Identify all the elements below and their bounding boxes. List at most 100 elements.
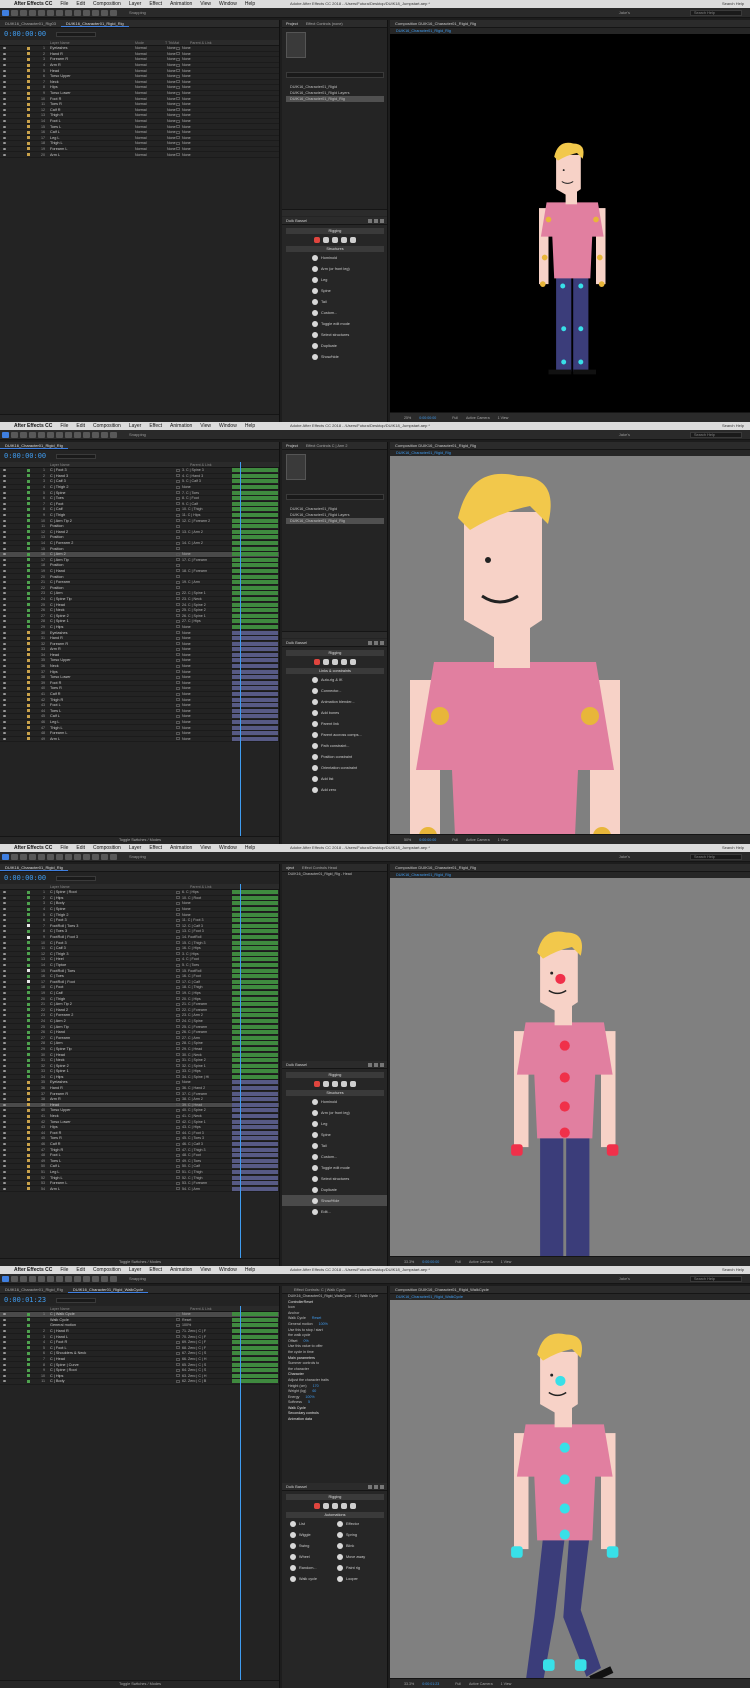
parent-select[interactable]: None: [182, 485, 216, 489]
parent-select[interactable]: None: [182, 642, 216, 646]
layer-duration-bar[interactable]: [232, 1086, 278, 1091]
pickwhip-icon[interactable]: [176, 664, 180, 668]
visibility-eye-icon[interactable]: [3, 924, 6, 927]
pickwhip-icon[interactable]: [176, 1153, 180, 1157]
zoom-tool-icon[interactable]: [20, 1275, 27, 1282]
parent-select[interactable]: None: [182, 636, 216, 640]
blend-mode-select[interactable]: Normal: [135, 113, 147, 117]
pickwhip-icon[interactable]: [176, 1036, 180, 1040]
visibility-eye-icon[interactable]: [3, 648, 6, 651]
pickwhip-icon[interactable]: [176, 703, 180, 707]
visibility-eye-icon[interactable]: [3, 547, 6, 550]
label-color-swatch[interactable]: [27, 52, 30, 56]
puppet-tool-icon[interactable]: [110, 853, 117, 860]
pickwhip-icon[interactable]: [176, 108, 180, 112]
visibility-eye-icon[interactable]: [3, 1003, 6, 1006]
label-color-swatch[interactable]: [27, 1013, 30, 1017]
pickwhip-icon[interactable]: [176, 1064, 180, 1068]
layer-duration-bar[interactable]: [232, 658, 278, 663]
visibility-eye-icon[interactable]: [3, 625, 6, 628]
label-color-swatch[interactable]: [27, 1340, 30, 1344]
visibility-eye-icon[interactable]: [3, 1115, 6, 1118]
label-color-swatch[interactable]: [27, 980, 30, 984]
layer-name[interactable]: Torso Lower: [50, 675, 120, 679]
active-camera-select[interactable]: Active Camera: [469, 1260, 493, 1264]
pickwhip-icon[interactable]: [176, 52, 180, 56]
parent-select[interactable]: 18. C | Forearm: [182, 569, 216, 573]
parent-select[interactable]: None: [182, 647, 216, 651]
layer-duration-bar[interactable]: [232, 725, 278, 730]
label-color-swatch[interactable]: [27, 658, 30, 662]
io-icon[interactable]: [350, 659, 356, 665]
layer-name[interactable]: Walk Cycle: [50, 1318, 120, 1322]
pickwhip-icon[interactable]: [176, 530, 180, 534]
layer-name[interactable]: C | Foot 3: [50, 918, 120, 922]
blend-mode-select[interactable]: Normal: [135, 57, 147, 61]
visibility-eye-icon[interactable]: [3, 1109, 6, 1112]
parent-select[interactable]: None: [182, 692, 216, 696]
pickwhip-icon[interactable]: [176, 1363, 180, 1367]
parent-select[interactable]: 31. C | Spine 2: [182, 1058, 216, 1062]
composition-tab[interactable]: Composition DUIK16_Character01_Rigid_Rig: [390, 21, 481, 26]
layer-name[interactable]: FootRoll | Foot: [50, 980, 120, 984]
label-color-swatch[interactable]: [27, 1036, 30, 1040]
layer-name[interactable]: C | Arm 2: [50, 552, 120, 556]
parent-select[interactable]: None: [182, 686, 216, 690]
track-matte-select[interactable]: None: [167, 136, 176, 140]
duik-help-icon[interactable]: [374, 1063, 378, 1067]
pickwhip-icon[interactable]: [176, 608, 180, 612]
layer-duration-bar[interactable]: [232, 664, 278, 669]
blend-mode-select[interactable]: Normal: [135, 85, 147, 89]
layer-name[interactable]: C | Arm Tip: [50, 1025, 120, 1029]
parent-select[interactable]: 39. C | Head: [182, 1103, 216, 1107]
layer-name[interactable]: C | Body: [50, 901, 120, 905]
track-matte-select[interactable]: None: [167, 57, 176, 61]
io-icon[interactable]: [350, 1503, 356, 1509]
pickwhip-icon[interactable]: [176, 619, 180, 623]
layer-name[interactable]: C | Calf: [50, 991, 120, 995]
visibility-eye-icon[interactable]: [3, 676, 6, 679]
layer-duration-bar[interactable]: [232, 557, 278, 562]
visibility-eye-icon[interactable]: [3, 698, 6, 701]
duik-tool-blink[interactable]: Blink: [335, 1540, 382, 1551]
layer-name[interactable]: C | Hand 2: [50, 530, 120, 534]
snapping-toggle[interactable]: Snapping: [129, 1276, 146, 1281]
visibility-eye-icon[interactable]: [3, 153, 6, 156]
layer-duration-bar[interactable]: [232, 714, 278, 719]
visibility-eye-icon[interactable]: [3, 941, 6, 944]
visibility-eye-icon[interactable]: [3, 1341, 6, 1344]
workspace-label[interactable]: Jake's: [619, 10, 630, 15]
parent-select[interactable]: 25. C | Spine 2: [182, 608, 216, 612]
panel-tab[interactable]: Project: [282, 444, 302, 448]
visibility-eye-icon[interactable]: [3, 913, 6, 916]
parent-select[interactable]: 14. FootRoll: [182, 935, 216, 939]
puppet-tool-icon[interactable]: [110, 9, 117, 16]
layer-duration-bar[interactable]: [232, 1147, 278, 1152]
label-color-swatch[interactable]: [27, 619, 30, 623]
parent-select[interactable]: 44. C | Foot 3: [182, 1131, 216, 1135]
layer-duration-bar[interactable]: [232, 1334, 278, 1339]
layer-name[interactable]: Arm L: [50, 1187, 120, 1191]
layer-duration-bar[interactable]: [232, 907, 278, 912]
parent-select[interactable]: 12. C | Forearm 2: [182, 519, 216, 523]
layer-duration-bar[interactable]: [232, 1142, 278, 1147]
visibility-eye-icon[interactable]: [3, 975, 6, 978]
menu-file[interactable]: File: [56, 845, 72, 851]
pickwhip-icon[interactable]: [176, 141, 180, 145]
layer-duration-bar[interactable]: [232, 680, 278, 685]
layer-name[interactable]: C | Arm 2: [50, 1019, 120, 1023]
blend-mode-select[interactable]: Normal: [135, 119, 147, 123]
layer-duration-bar[interactable]: [232, 1018, 278, 1023]
visibility-eye-icon[interactable]: [3, 603, 6, 606]
visibility-eye-icon[interactable]: [3, 704, 6, 707]
layer-duration-bar[interactable]: [232, 935, 278, 940]
pickwhip-icon[interactable]: [176, 535, 180, 539]
pickwhip-icon[interactable]: [176, 113, 180, 117]
parent-select[interactable]: None: [182, 57, 216, 61]
duik-settings-icon[interactable]: [368, 1063, 372, 1067]
parent-select[interactable]: None: [182, 901, 216, 905]
pickwhip-icon[interactable]: [176, 552, 180, 556]
pickwhip-icon[interactable]: [176, 74, 180, 78]
layer-duration-bar[interactable]: [232, 1317, 278, 1322]
label-color-swatch[interactable]: [27, 997, 30, 1001]
